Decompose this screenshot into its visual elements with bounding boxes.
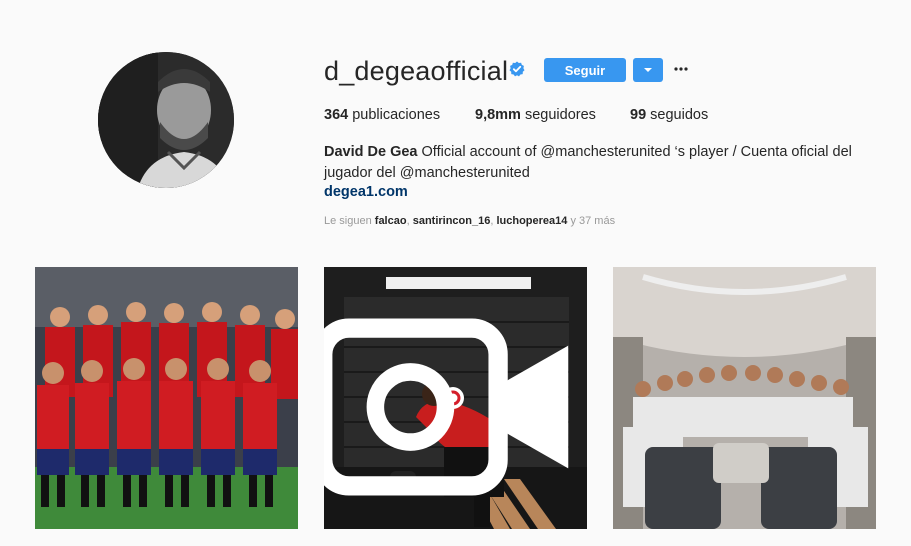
more-options-button[interactable] (670, 58, 692, 80)
website-link[interactable]: degea1.com (324, 184, 408, 200)
following-count: 99 (630, 107, 647, 123)
followed-by-suffix[interactable]: y 37 más (570, 215, 615, 227)
profile-page: d_degeaofficial Seguir 364 publicaciones… (0, 0, 911, 546)
caret-down-icon (644, 68, 652, 72)
following-label: seguidos (650, 107, 709, 123)
team-photo-image (35, 267, 298, 529)
followers-count: 9,8mm (475, 107, 521, 123)
post-thumbnail[interactable] (613, 267, 876, 529)
post-thumbnail[interactable] (324, 267, 587, 529)
full-name: David De Gea (324, 144, 418, 160)
suggestions-dropdown-button[interactable] (633, 58, 663, 82)
profile-bio: David De Gea Official account of @manche… (324, 142, 869, 184)
verified-badge-icon (509, 61, 525, 77)
avatar-image (98, 52, 234, 188)
username: d_degeaofficial (324, 56, 509, 86)
followed-by-line: Le siguen falcao, santirincon_16, luchop… (324, 215, 616, 227)
followed-by-prefix: Le siguen (324, 215, 372, 227)
airplane-photo-image (613, 267, 876, 529)
following-stat[interactable]: 99 seguidos (630, 107, 708, 123)
video-camera-icon (324, 318, 569, 496)
profile-avatar[interactable] (98, 52, 234, 188)
posts-count-stat: 364 publicaciones (324, 107, 440, 123)
follow-button[interactable]: Seguir (544, 58, 626, 82)
follower-link[interactable]: santirincon_16 (413, 215, 491, 227)
post-thumbnail[interactable] (35, 267, 298, 529)
posts-count: 364 (324, 107, 349, 123)
followers-stat[interactable]: 9,8mm seguidores (475, 107, 596, 123)
follower-link[interactable]: falcao (375, 215, 407, 227)
posts-label: publicaciones (352, 107, 441, 123)
follower-link[interactable]: luchoperea14 (496, 215, 567, 227)
ellipsis-icon (674, 67, 688, 71)
followers-label: seguidores (524, 107, 596, 123)
